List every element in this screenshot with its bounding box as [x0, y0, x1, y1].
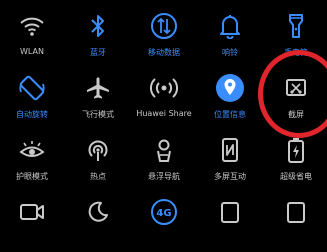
tile-network-4g[interactable]: 4G	[132, 192, 196, 252]
tile-flashlight[interactable]: 手电筒	[264, 6, 327, 66]
tile-auto-rotate[interactable]: 自动旋转	[0, 68, 64, 128]
tile-label: 蓝牙	[90, 48, 106, 57]
tile-screen-record[interactable]	[0, 192, 64, 252]
tile-wlan[interactable]: WLAN	[0, 6, 64, 66]
hotspot-icon	[83, 135, 113, 165]
tile-label: 截屏	[288, 110, 304, 119]
tile-ring[interactable]: 响铃	[198, 6, 262, 66]
tile-multi-screen[interactable]: 多屏互动	[198, 130, 262, 190]
tile-floating-nav[interactable]: 悬浮导航	[132, 130, 196, 190]
tile-do-not-disturb[interactable]	[66, 192, 130, 252]
eye-comfort-icon	[17, 135, 47, 165]
tile-huawei-share[interactable]: Huawei Share	[132, 68, 196, 128]
tile-label: 超级省电	[280, 172, 312, 181]
tile-more[interactable]	[264, 192, 327, 252]
tile-label: 多屏互动	[214, 172, 246, 181]
screen-record-icon	[17, 197, 47, 227]
tile-airplane[interactable]: 飞行模式	[66, 68, 130, 128]
tile-label: 飞行模式	[82, 110, 114, 119]
tile-label: 悬浮导航	[148, 172, 180, 181]
tile-label: 自动旋转	[16, 110, 48, 119]
tile-label: WLAN	[19, 47, 44, 56]
tile-hotspot[interactable]: 热点	[66, 130, 130, 190]
location-icon	[215, 73, 245, 103]
super-power-saving-icon	[281, 135, 311, 165]
network-4g-icon: 4G	[149, 197, 179, 227]
do-not-disturb-icon	[83, 197, 113, 227]
floating-nav-icon	[149, 135, 179, 165]
tile-label: 护眼模式	[16, 172, 48, 181]
bluetooth-icon	[83, 11, 113, 41]
tile-label: 位置信息	[214, 110, 246, 119]
tile-super-power-saving[interactable]: 超级省电	[264, 130, 327, 190]
tile-label: 响铃	[222, 48, 238, 57]
flashlight-icon	[281, 11, 311, 41]
tile-eye-comfort[interactable]: 护眼模式	[0, 130, 64, 190]
tile-label: Huawei Share	[136, 109, 192, 118]
airplane-icon	[83, 73, 113, 103]
tile-label: 热点	[90, 172, 106, 181]
tile-location[interactable]: 位置信息	[198, 68, 262, 128]
tile-bluetooth[interactable]: 蓝牙	[66, 6, 130, 66]
tile-label: 手电筒	[284, 48, 308, 57]
tile-label: 移动数据	[148, 48, 180, 57]
bell-icon	[215, 11, 245, 41]
auto-rotate-icon	[17, 73, 47, 103]
wifi-icon	[17, 11, 47, 41]
tile-mobile-data[interactable]: 移动数据	[132, 6, 196, 66]
tile-screenshot[interactable]: 截屏	[264, 68, 327, 128]
multi-screen-icon	[215, 135, 245, 165]
network-4g-text: 4G	[156, 208, 171, 219]
mobile-data-icon	[149, 11, 179, 41]
tile-nfc[interactable]	[198, 192, 262, 252]
screenshot-icon	[281, 73, 311, 103]
more-icon	[281, 197, 311, 227]
huawei-share-icon	[149, 73, 179, 103]
nfc-icon	[215, 197, 245, 227]
